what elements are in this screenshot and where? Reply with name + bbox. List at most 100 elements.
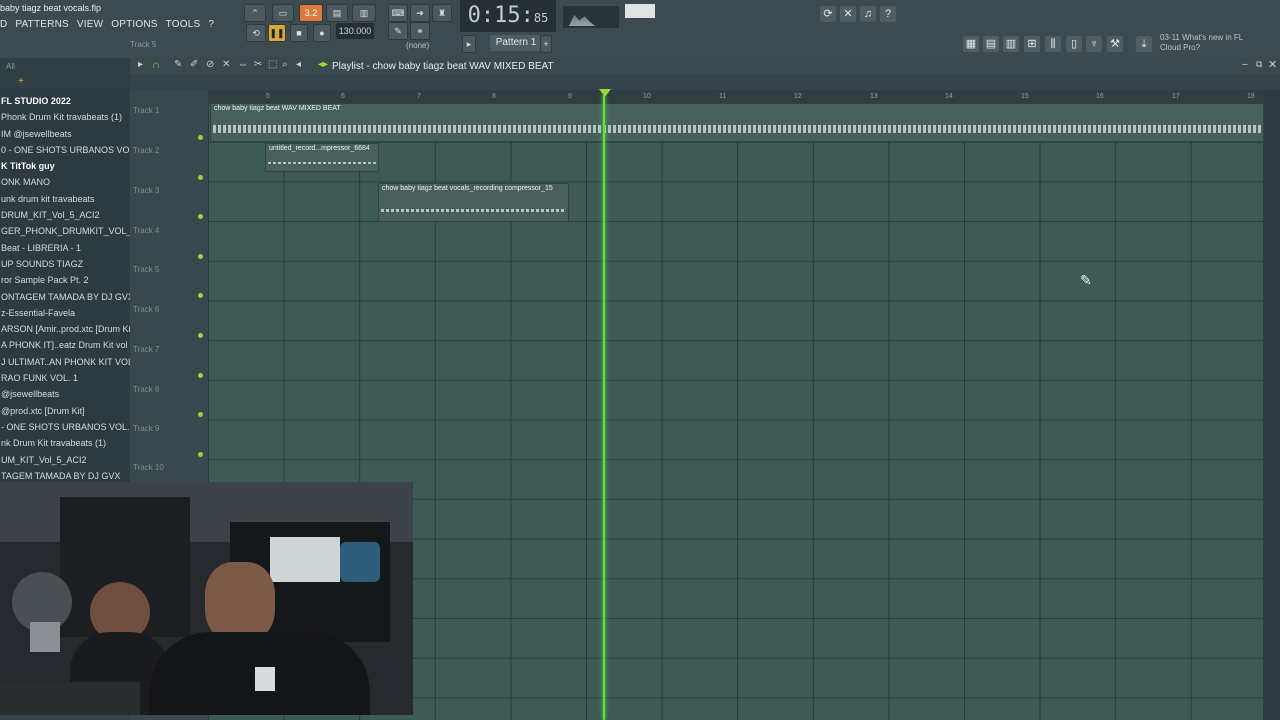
track-label[interactable]: Track 2 — [133, 146, 159, 155]
select-tool-icon[interactable]: ⬚ — [268, 59, 277, 70]
tools-icon[interactable]: ⚒ — [1107, 36, 1123, 52]
track-label[interactable]: Track 1 — [133, 106, 159, 115]
track-mute-led[interactable] — [198, 373, 203, 378]
browser-item[interactable]: nk Drum Kit travabeats (1) — [0, 435, 130, 451]
track-mute-led[interactable] — [198, 452, 203, 457]
draw-tool-icon[interactable]: ✎ — [174, 59, 182, 70]
menu-item-options[interactable]: OPTIONS — [111, 19, 157, 30]
playlist-window-icon[interactable]: ▦ — [963, 36, 979, 52]
track-mute-led[interactable] — [198, 293, 203, 298]
menu-item-file[interactable]: D — [0, 19, 7, 30]
mixer-icon[interactable]: ⫼ — [1045, 36, 1061, 52]
record-button[interactable]: ● — [313, 24, 331, 42]
browser-icon[interactable]: ⊞ — [1024, 36, 1040, 52]
metronome-icon[interactable]: ⌃ — [244, 4, 266, 22]
magnet-icon[interactable]: ∩ — [152, 59, 160, 71]
playback-tool-icon[interactable]: ◂ — [296, 59, 301, 70]
menu-item-patterns[interactable]: PATTERNS — [15, 19, 68, 30]
browser-item[interactable]: 0 - ONE SHOTS URBANOS VOL. 2 — [0, 142, 130, 158]
browser-item[interactable]: UP SOUNDS TIAGZ — [0, 256, 130, 272]
browser-item[interactable]: ARSON [Amir..prod.xtc [Drum Kit] — [0, 321, 130, 337]
record-mode-button[interactable]: 3.2 — [299, 4, 323, 22]
mute-tool-icon[interactable]: ✕ — [222, 59, 230, 70]
browser-item[interactable]: ONTAGEM TAMADA BY DJ GVX — [0, 289, 130, 305]
loop-icon[interactable]: ▤ — [326, 4, 348, 22]
project-icon[interactable]: ▯ — [1066, 36, 1082, 52]
paint-tool-icon[interactable]: ✐ — [190, 59, 198, 70]
wait-icon[interactable]: ▭ — [272, 4, 294, 22]
channel-rack-icon[interactable]: ▥ — [1003, 36, 1019, 52]
slip-tool-icon[interactable]: ⇔ — [238, 59, 248, 70]
menu-item-tools[interactable]: TOOLS — [166, 19, 201, 30]
browser-item[interactable]: IM @jsewellbeats — [0, 126, 130, 142]
refresh-icon[interactable]: ⟳ — [820, 6, 836, 22]
slice-tool-icon[interactable]: ✂ — [254, 59, 262, 70]
track-label[interactable]: Track 7 — [133, 345, 159, 354]
time-display[interactable]: 0:15:85 — [460, 0, 556, 32]
delete-tool-icon[interactable]: ⊘ — [206, 59, 214, 70]
audio-clip[interactable]: untitled_record...mpressor_6684 — [265, 143, 379, 172]
playhead[interactable] — [603, 94, 605, 720]
timeline-ruler[interactable] — [208, 90, 1263, 102]
stop-button[interactable]: ■ — [290, 24, 308, 42]
track-label[interactable]: Track 4 — [133, 226, 159, 235]
browser-item[interactable]: FL STUDIO 2022 — [0, 93, 130, 109]
track-mute-led[interactable] — [198, 214, 203, 219]
track-label[interactable]: Track 8 — [133, 385, 159, 394]
snap-selector[interactable]: (none) — [406, 41, 429, 50]
browser-item[interactable]: K TitTok guy — [0, 158, 130, 174]
minimize-icon[interactable]: – — [1242, 59, 1248, 70]
cut-icon[interactable]: ✕ — [840, 6, 856, 22]
vertical-scrollbar[interactable] — [1263, 90, 1280, 720]
track-label[interactable]: Track 10 — [133, 463, 164, 472]
pause-button[interactable]: ❚❚ — [268, 24, 286, 42]
menu-item-help[interactable]: ? — [208, 19, 214, 30]
track-mute-led[interactable] — [198, 254, 203, 259]
browser-item[interactable]: DRUM_KIT_Vol_5_ACI2 — [0, 207, 130, 223]
browser-item[interactable]: A PHONK IT]..eatz Drum Kit vol 1 — [0, 337, 130, 353]
browser-item[interactable]: @prod.xtc [Drum Kit] — [0, 403, 130, 419]
browser-item[interactable]: UM_KIT_Vol_5_ACI2 — [0, 452, 130, 468]
browser-item[interactable]: @jsewellbeats — [0, 386, 130, 402]
download-icon[interactable]: ⤓ — [1136, 36, 1152, 52]
browser-filter[interactable]: All — [6, 62, 15, 71]
browser-item[interactable]: GER_PHONK_DRUMKIT_VOL_3 — [0, 223, 130, 239]
audio-settings-icon[interactable]: ♜ — [432, 4, 452, 22]
pencil-icon[interactable]: ✎ — [388, 22, 408, 40]
plugin-icon[interactable]: ♆ — [1086, 36, 1102, 52]
tempo-display[interactable]: 130.000 — [336, 23, 374, 39]
news-panel[interactable]: 03-11 What's new in FL Cloud Pro? — [1160, 33, 1243, 53]
track-mute-led[interactable] — [198, 135, 203, 140]
track-label[interactable]: Track 3 — [133, 186, 159, 195]
audio-clip[interactable]: chow baby tiagz beat vocals_recording co… — [378, 183, 569, 222]
help-icon[interactable]: ? — [880, 6, 896, 22]
track-label[interactable]: Track 5 — [133, 265, 159, 274]
pattern-picker-icon[interactable]: ◂▸ — [318, 59, 328, 70]
browser-item[interactable]: Phonk Drum Kit travabeats (1) — [0, 109, 130, 125]
step-edit-icon[interactable]: ➔ — [410, 4, 430, 22]
audio-clip[interactable]: chow baby tiagz beat WAV MIXED BEAT — [210, 103, 1264, 142]
track-mute-led[interactable] — [198, 333, 203, 338]
browser-item[interactable]: J ULTIMAT..AN PHONK KIT VOL. 3 — [0, 354, 130, 370]
blend-icon[interactable]: ▥ — [352, 4, 376, 22]
track-mute-led[interactable] — [198, 412, 203, 417]
song-mode-icon[interactable]: ⟲ — [246, 24, 266, 42]
playhead-marker[interactable] — [599, 89, 611, 97]
pattern-add-icon[interactable]: + — [540, 35, 552, 53]
menu-item-view[interactable]: VIEW — [77, 19, 103, 30]
browser-item[interactable]: z-Essential-Favela — [0, 305, 130, 321]
typing-keyboard-icon[interactable]: ⌨ — [388, 4, 408, 22]
mic-icon[interactable]: ♫ — [860, 6, 876, 22]
track-label[interactable]: Track 6 — [133, 305, 159, 314]
browser-item[interactable]: unk drum kit travabeats — [0, 191, 130, 207]
track-mute-led[interactable] — [198, 175, 203, 180]
link-icon[interactable]: ⚭ — [410, 22, 430, 40]
playlist-menu-arrow-icon[interactable]: ▸ — [138, 59, 143, 70]
piano-roll-icon[interactable]: ▤ — [983, 36, 999, 52]
close-icon[interactable]: ✕ — [1268, 58, 1277, 71]
browser-item[interactable]: Beat - LIBRERIA - 1 — [0, 240, 130, 256]
pattern-selector[interactable]: Pattern 1 — [490, 35, 542, 51]
browser-item[interactable]: RAO FUNK VOL. 1 — [0, 370, 130, 386]
pattern-prev-icon[interactable]: ▸ — [462, 35, 476, 53]
browser-item[interactable]: - ONE SHOTS URBANOS VOL. 2 — [0, 419, 130, 435]
